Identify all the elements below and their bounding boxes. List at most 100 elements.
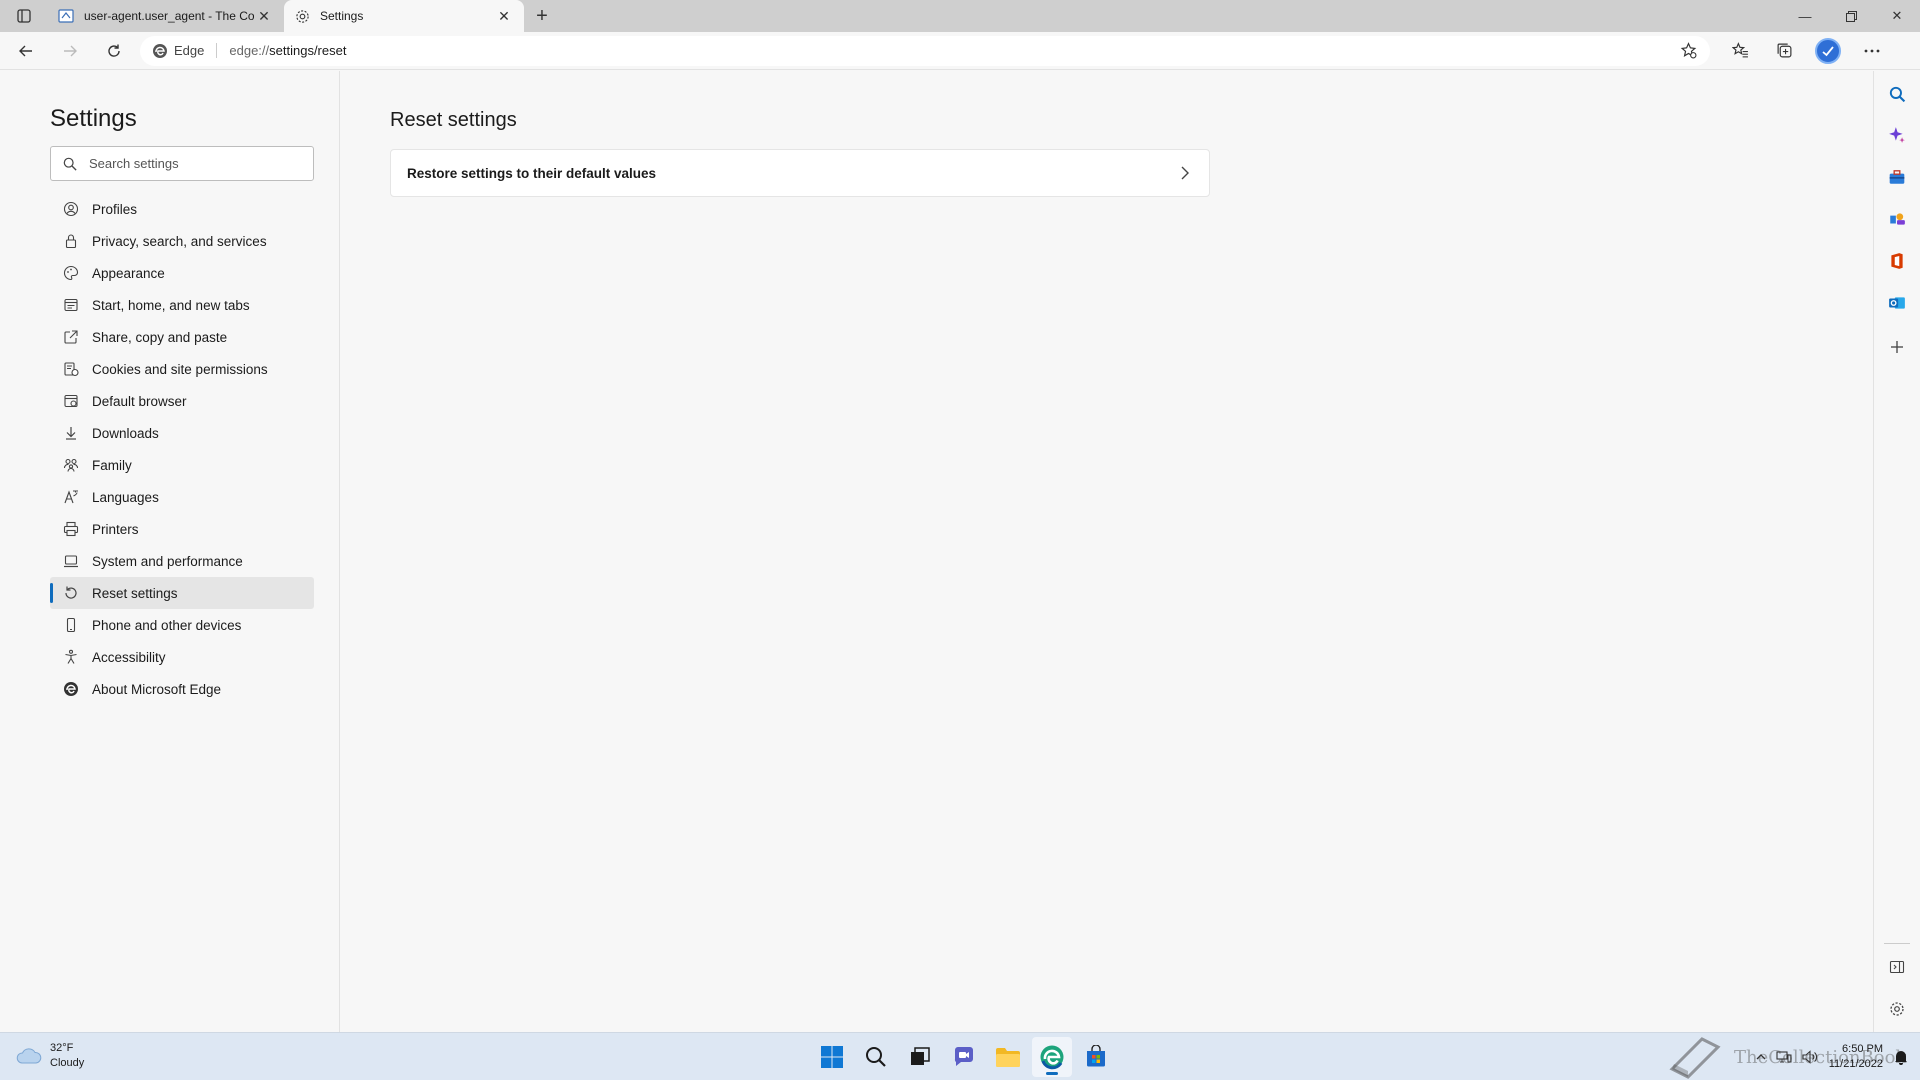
url-scheme: edge:// — [229, 43, 270, 58]
edge-taskbar-button[interactable] — [1032, 1037, 1072, 1077]
sidebar-item-label: Default browser — [92, 393, 187, 409]
sidebar-item-accessibility[interactable]: Accessibility — [50, 641, 314, 673]
sidebar-item-label: Privacy, search, and services — [92, 233, 267, 249]
sidebar-search-button[interactable] — [1883, 80, 1911, 108]
sparkle-icon — [1889, 127, 1905, 143]
network-button[interactable] — [1771, 1041, 1797, 1073]
download-icon — [63, 425, 79, 441]
sidebar-item-privacy[interactable]: Privacy, search, and services — [50, 225, 314, 257]
refresh-icon — [108, 44, 120, 57]
show-hidden-icons-button[interactable] — [1751, 1041, 1771, 1073]
sidebar-item-cookies[interactable]: Cookies and site permissions — [50, 353, 314, 385]
weather-widget[interactable]: 32°F Cloudy — [16, 1041, 84, 1071]
address-bar[interactable]: Edge edge://settings/reset — [140, 35, 1710, 66]
sidebar-item-downloads[interactable]: Downloads — [50, 417, 314, 449]
sidebar-item-label: Appearance — [92, 265, 165, 281]
search-box[interactable] — [50, 146, 314, 181]
settings-content: Reset settings Restore settings to their… — [341, 71, 1873, 1032]
start-button[interactable] — [812, 1037, 852, 1077]
arrow-left-icon — [19, 45, 32, 56]
sidebar-item-languages[interactable]: Languages — [50, 481, 314, 513]
share-icon — [63, 329, 79, 345]
taskbar-apps — [810, 1037, 1118, 1077]
sidebar-tools-button[interactable] — [1883, 163, 1911, 191]
settings-more-button[interactable] — [1850, 35, 1894, 67]
favorites-button[interactable] — [1718, 35, 1762, 67]
close-window-button[interactable]: ✕ — [1874, 0, 1920, 32]
weather-temp: 32°F — [50, 1042, 74, 1054]
notifications-button[interactable] — [1889, 1041, 1920, 1073]
sidebar-item-share[interactable]: Share, copy and paste — [50, 321, 314, 353]
sidebar-item-appearance[interactable]: Appearance — [50, 257, 314, 289]
sidebar-item-label: Reset settings — [92, 585, 178, 601]
sidebar-item-label: Phone and other devices — [92, 617, 242, 633]
sidebar-settings-button[interactable] — [1883, 995, 1911, 1023]
new-tab-button[interactable]: + — [524, 0, 560, 32]
sidebar-item-family[interactable]: Family — [50, 449, 314, 481]
restore-defaults-button[interactable]: Restore settings to their default values — [390, 149, 1210, 197]
sidebar-item-label: Downloads — [92, 425, 159, 441]
laptop-icon — [63, 553, 79, 569]
taskbar-search-button[interactable] — [856, 1037, 896, 1077]
settings-sidebar: Settings Profiles Privacy, search, and s… — [0, 71, 340, 1032]
sidebar-item-about[interactable]: About Microsoft Edge — [50, 673, 314, 705]
back-button[interactable] — [8, 35, 44, 67]
taskbar: 32°F Cloudy TheCollectionBook 6:50 PM 11… — [0, 1032, 1920, 1080]
close-tab-button[interactable]: ✕ — [254, 6, 274, 26]
sidebar-item-label: System and performance — [92, 553, 243, 569]
sidebar-add-button[interactable] — [1883, 333, 1911, 361]
arrow-right-icon — [64, 45, 77, 56]
windows-logo-icon — [821, 1046, 843, 1068]
refresh-button[interactable] — [96, 35, 132, 67]
sidebar-item-default-browser[interactable]: Default browser — [50, 385, 314, 417]
tab-user-agent[interactable]: user-agent.user_agent - The Coll ✕ — [48, 0, 284, 32]
edge-logo-icon — [63, 681, 79, 697]
cookies-icon — [63, 361, 79, 377]
chat-button[interactable] — [944, 1037, 984, 1077]
search-input[interactable] — [89, 156, 289, 171]
restore-icon — [1845, 10, 1857, 22]
sidebar-item-start-home[interactable]: Start, home, and new tabs — [50, 289, 314, 321]
task-view-button[interactable] — [900, 1037, 940, 1077]
network-icon — [1776, 1051, 1792, 1063]
more-icon — [1864, 49, 1880, 52]
forward-button[interactable] — [52, 35, 88, 67]
sidebar-item-system[interactable]: System and performance — [50, 545, 314, 577]
edge-sidebar — [1873, 71, 1920, 1032]
cloud-icon — [16, 1048, 42, 1064]
accessibility-icon — [63, 649, 79, 665]
tab-settings[interactable]: Settings ✕ — [284, 0, 524, 32]
printer-icon — [63, 521, 79, 537]
file-explorer-button[interactable] — [988, 1037, 1028, 1077]
add-favorite-button[interactable] — [1678, 41, 1698, 61]
close-tab-button[interactable]: ✕ — [494, 6, 514, 26]
lock-icon — [63, 233, 79, 249]
sidebar-office-button[interactable] — [1883, 247, 1911, 275]
sidebar-item-profiles[interactable]: Profiles — [50, 193, 314, 225]
languages-icon — [63, 489, 79, 505]
task-view-icon — [911, 1047, 930, 1065]
palette-icon — [63, 265, 79, 281]
speaker-icon — [1802, 1050, 1817, 1064]
sidebar-item-printers[interactable]: Printers — [50, 513, 314, 545]
profile-button[interactable] — [1806, 35, 1850, 67]
folder-icon — [996, 1048, 1020, 1067]
store-icon — [1087, 1045, 1105, 1067]
sidebar-item-label: Printers — [92, 521, 139, 537]
store-button[interactable] — [1076, 1037, 1116, 1077]
sidebar-discover-button[interactable] — [1883, 121, 1911, 149]
restore-button[interactable] — [1828, 0, 1874, 32]
minimize-button[interactable]: — — [1782, 0, 1828, 32]
site-info-label[interactable]: Edge — [174, 43, 218, 58]
search-icon — [866, 1047, 886, 1067]
sidebar-item-label: Share, copy and paste — [92, 329, 228, 345]
volume-button[interactable] — [1797, 1041, 1823, 1073]
sidebar-item-reset[interactable]: Reset settings — [50, 577, 314, 609]
sidebar-outlook-button[interactable] — [1883, 289, 1911, 317]
clock[interactable]: 6:50 PM 11/21/2022 — [1823, 1042, 1889, 1072]
sidebar-hide-button[interactable] — [1883, 953, 1911, 981]
tab-actions-button[interactable] — [0, 0, 48, 32]
collections-button[interactable] — [1762, 35, 1806, 67]
sidebar-games-button[interactable] — [1883, 205, 1911, 233]
sidebar-item-phone[interactable]: Phone and other devices — [50, 609, 314, 641]
